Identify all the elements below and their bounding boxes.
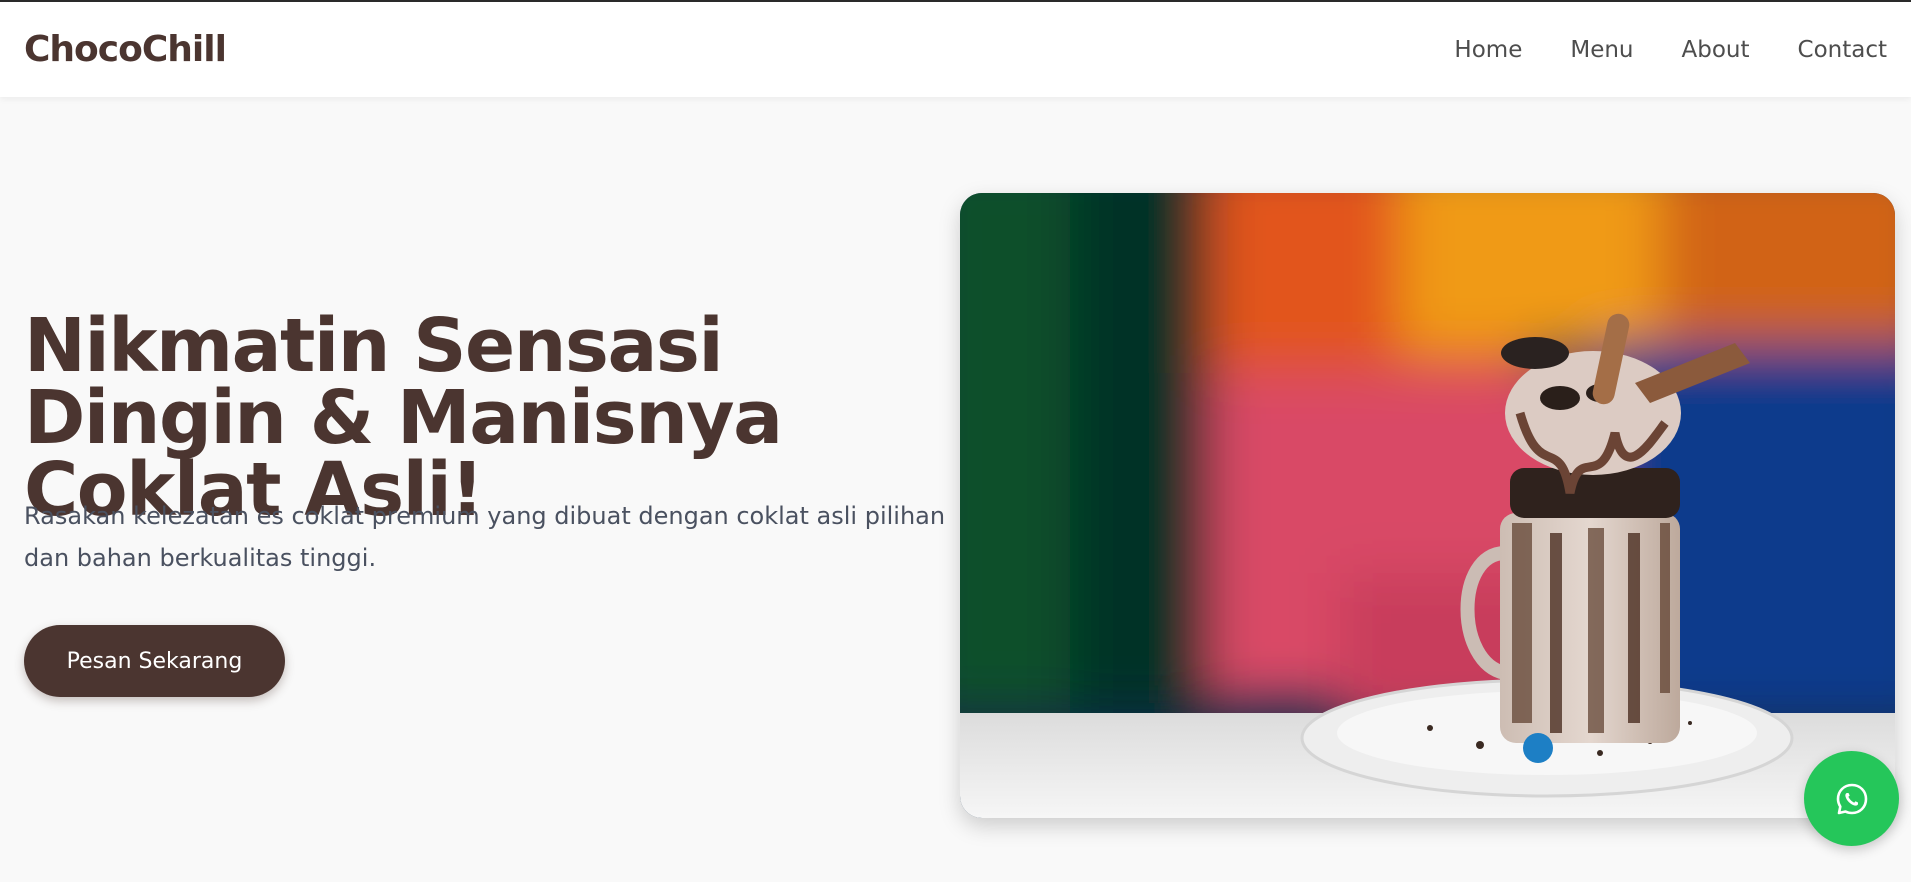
brand-logo[interactable]: ChocoChill — [24, 29, 227, 70]
order-now-button[interactable]: Pesan Sekarang — [24, 625, 285, 697]
navbar: ChocoChill Home Menu About Contact — [0, 2, 1911, 97]
nav-link-contact[interactable]: Contact — [1798, 37, 1887, 63]
hero-image — [960, 193, 1895, 818]
nav-links: Home Menu About Contact — [1454, 37, 1887, 63]
whatsapp-icon — [1836, 783, 1867, 814]
nav-link-home[interactable]: Home — [1454, 37, 1522, 63]
nav-link-about[interactable]: About — [1682, 37, 1750, 63]
nav-link-menu[interactable]: Menu — [1570, 37, 1633, 63]
freakshake-illustration — [960, 193, 1895, 818]
hero-title: Nikmatin Sensasi Dingin & Manisnya Cokla… — [24, 303, 783, 533]
whatsapp-button[interactable] — [1804, 751, 1899, 846]
hero-subtitle: Rasakan kelezatan es coklat premium yang… — [24, 502, 946, 572]
